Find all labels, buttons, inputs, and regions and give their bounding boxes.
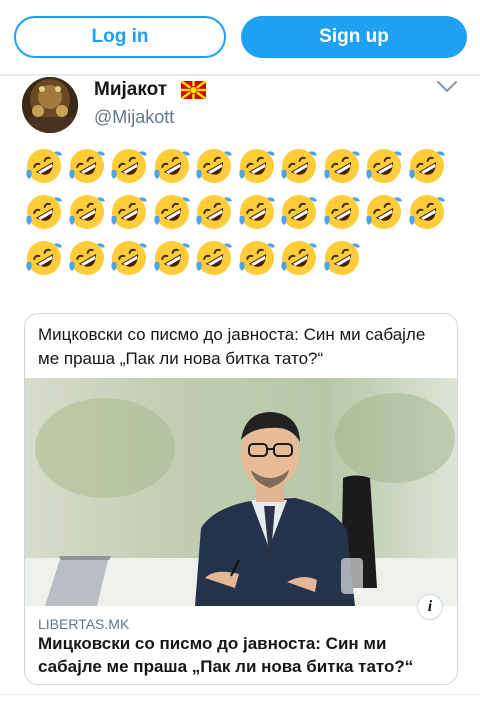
author-handle[interactable]: @Mijakott [94,107,174,128]
rofl-emoji-icon [194,192,234,232]
rofl-emoji-icon [67,238,107,278]
rofl-emoji-icon [237,192,277,232]
chevron-down-icon[interactable] [436,80,458,94]
bottom-divider [0,694,480,695]
emoji-row [24,238,454,284]
header-divider [0,74,480,76]
rofl-emoji-icon [322,192,362,232]
rofl-emoji-icon [24,146,64,186]
rofl-emoji-icon [24,192,64,232]
rofl-emoji-icon [109,192,149,232]
rofl-emoji-icon [152,192,192,232]
rofl-emoji-icon [67,146,107,186]
rofl-emoji-icon [152,146,192,186]
rofl-emoji-icon [237,146,277,186]
emoji-row [24,146,454,192]
card-image [25,378,457,606]
card-title: Мицковски со писмо до јавноста: Син ми с… [38,634,414,676]
rofl-emoji-icon [24,238,64,278]
rofl-emoji-icon [322,146,362,186]
rofl-emoji-icon [364,146,404,186]
author-name[interactable]: Мијакот [94,79,167,101]
rofl-emoji-icon [109,146,149,186]
avatar[interactable] [22,77,78,133]
north-macedonia-flag-icon [181,81,206,99]
tweet-text [24,146,454,284]
info-icon[interactable]: i [417,594,443,620]
rofl-emoji-icon [279,238,319,278]
rofl-emoji-icon [279,192,319,232]
login-button[interactable]: Log in [14,16,226,58]
rofl-emoji-icon [67,192,107,232]
rofl-emoji-icon [237,238,277,278]
rofl-emoji-icon [364,192,404,232]
rofl-emoji-icon [279,146,319,186]
rofl-emoji-icon [194,238,234,278]
emoji-row [24,192,454,238]
rofl-emoji-icon [407,146,447,186]
rofl-emoji-icon [194,146,234,186]
rofl-emoji-icon [322,238,362,278]
rofl-emoji-icon [152,238,192,278]
card-domain: LIBERTAS.MK [38,616,130,632]
top-bar: Log in Sign up [0,0,480,74]
rofl-emoji-icon [109,238,149,278]
signup-button[interactable]: Sign up [241,16,467,58]
rofl-emoji-icon [407,192,447,232]
card-top-title: Мицковски со писмо до јавноста: Син ми с… [38,325,426,368]
link-card[interactable]: Мицковски со писмо до јавноста: Син ми с… [24,313,458,685]
